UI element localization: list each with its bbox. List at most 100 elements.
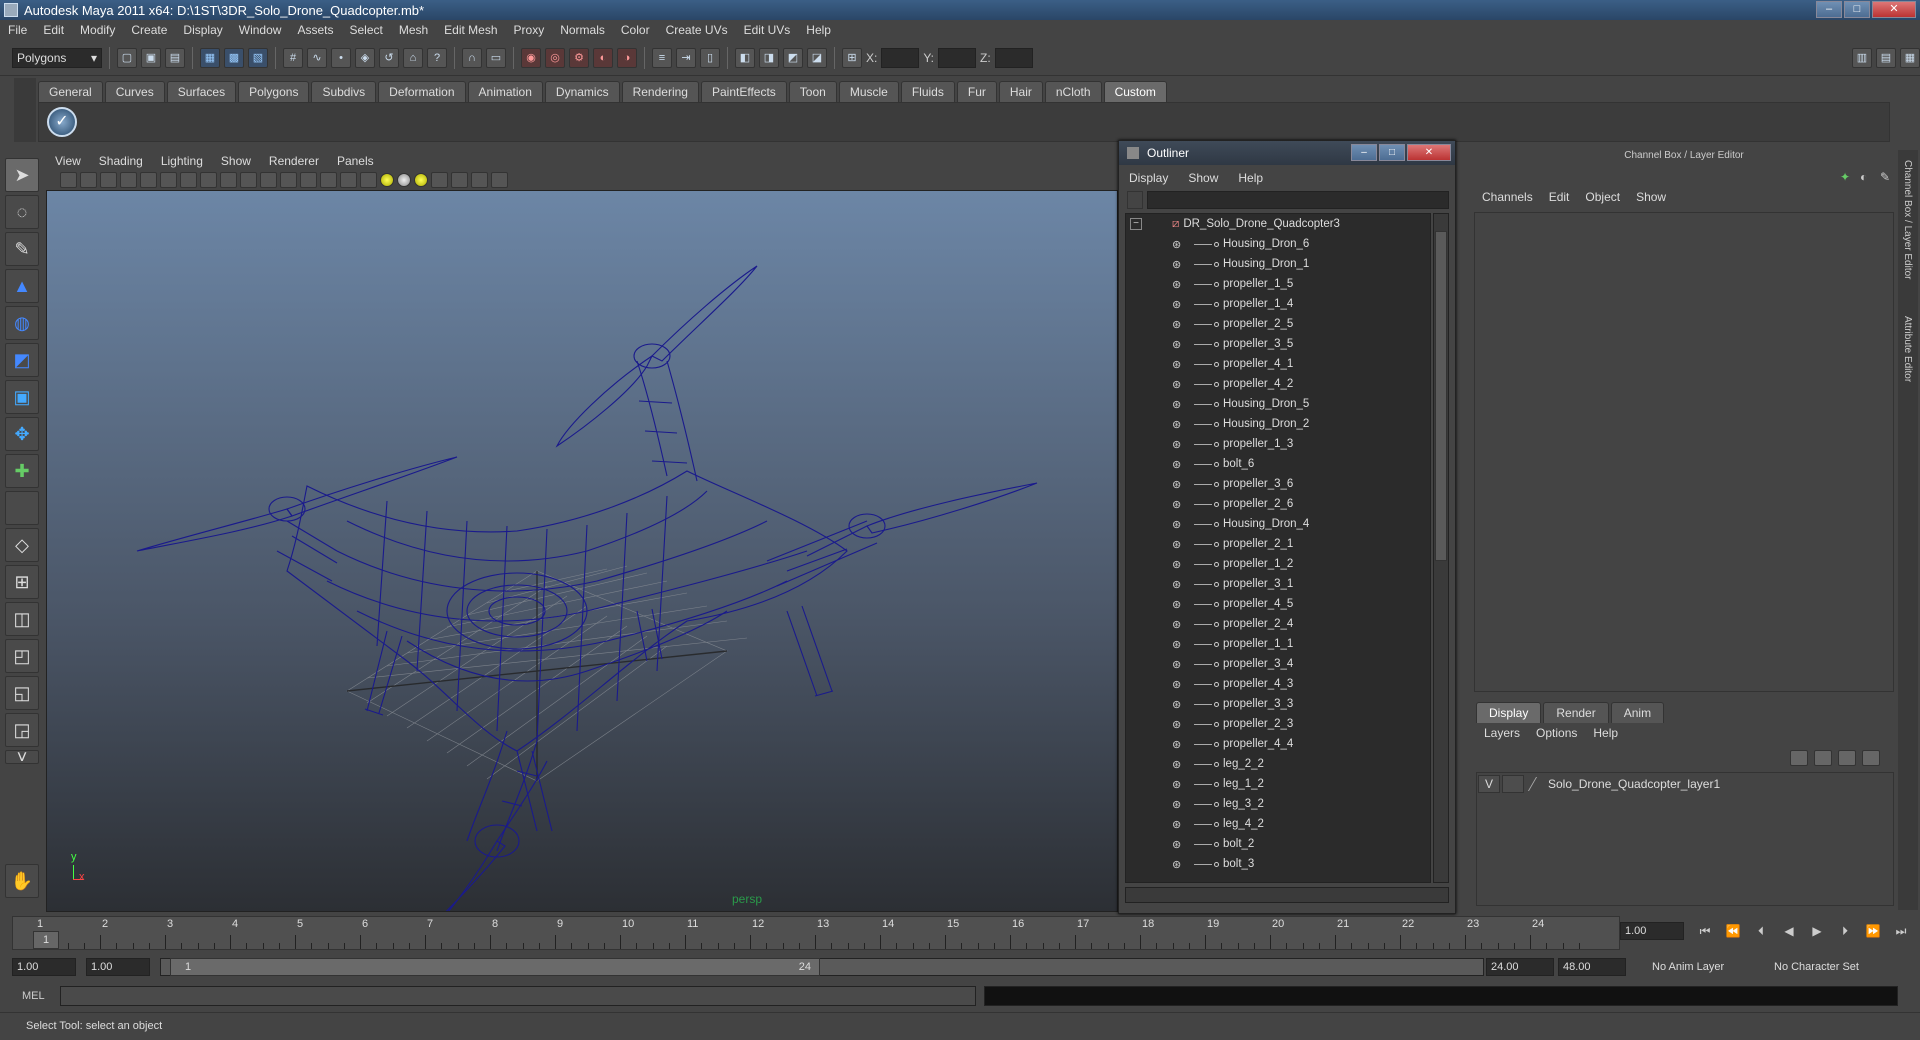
viewport-menu-lighting[interactable]: Lighting	[152, 154, 212, 168]
outliner-item[interactable]: ⊛ propeller_3_5	[1126, 334, 1430, 354]
isolate-icon[interactable]	[280, 172, 297, 188]
all-lights-icon[interactable]	[397, 173, 411, 187]
lasso-tool-icon[interactable]: ◌	[5, 195, 39, 229]
new-layer-from-selected-icon[interactable]	[1862, 750, 1880, 766]
step-forward-frame-icon[interactable]: ⏵	[1834, 922, 1856, 940]
outliner-item[interactable]: ⊛ leg_1_2	[1126, 774, 1430, 794]
layout-grid-icon[interactable]: ▦	[1900, 47, 1920, 68]
shadows-icon[interactable]	[240, 172, 257, 188]
show-manipulator-icon[interactable]: ✚	[5, 454, 39, 488]
outliner-item[interactable]: ⊛ propeller_3_4	[1126, 654, 1430, 674]
quick-layout-icon[interactable]: ✋	[5, 864, 39, 898]
layer-menu-help[interactable]: Help	[1585, 726, 1626, 740]
frame-all-icon[interactable]	[471, 172, 488, 188]
persp-outliner-layout-icon[interactable]: ◫	[5, 602, 39, 636]
x-field[interactable]	[881, 47, 920, 68]
rotate-tool-icon[interactable]: ◍	[5, 306, 39, 340]
construction-icon[interactable]: ⌂	[403, 47, 423, 68]
layer-display-type-toggle[interactable]	[1502, 775, 1524, 793]
display-toggle-icon[interactable]: ◧	[735, 47, 755, 68]
grid-toggle-icon[interactable]	[140, 172, 157, 188]
menu-edit-uvs[interactable]: Edit UVs	[736, 23, 799, 37]
command-input[interactable]	[60, 986, 976, 1006]
single-perspective-layout-icon[interactable]: ◇	[5, 528, 39, 562]
move-layer-down-icon[interactable]	[1814, 750, 1832, 766]
outliner-item[interactable]: ⊛ leg_3_2	[1126, 794, 1430, 814]
snap-surface-icon[interactable]: ◈	[355, 47, 375, 68]
outliner-menu-help[interactable]: Help	[1228, 171, 1273, 185]
outliner-item[interactable]: ⊛ propeller_3_1	[1126, 574, 1430, 594]
menu-assets[interactable]: Assets	[289, 23, 341, 37]
persp-graph-layout-icon[interactable]: ◰	[5, 639, 39, 673]
outliner-item[interactable]: ⊛ propeller_1_2	[1126, 554, 1430, 574]
default-light-icon[interactable]	[380, 173, 394, 187]
play-backward-icon[interactable]: ◀	[1778, 922, 1800, 940]
outliner-menu-show[interactable]: Show	[1178, 171, 1228, 185]
menu-help[interactable]: Help	[798, 23, 839, 37]
four-view-layout-icon[interactable]: ⊞	[5, 565, 39, 599]
move-tool-icon[interactable]: ▲	[5, 269, 39, 303]
z-field[interactable]	[994, 47, 1033, 68]
camera-select-icon[interactable]	[60, 172, 77, 188]
minimize-button[interactable]: –	[1816, 1, 1842, 18]
outliner-item[interactable]: ⊛ propeller_1_3	[1126, 434, 1430, 454]
menu-display[interactable]: Display	[175, 23, 230, 37]
outliner-item[interactable]: ⊛ leg_2_2	[1126, 754, 1430, 774]
checker-icon[interactable]	[360, 172, 377, 188]
camera-attributes-icon[interactable]	[80, 172, 97, 188]
history-icon[interactable]: ↺	[379, 47, 399, 68]
outliner-item[interactable]: ⊛ propeller_4_2	[1126, 374, 1430, 394]
anim-layer-dropdown[interactable]: No Anim Layer	[1650, 958, 1754, 976]
outliner-item[interactable]: ⊛ Housing_Dron_5	[1126, 394, 1430, 414]
layer-tab-anim[interactable]: Anim	[1610, 702, 1665, 723]
render-view-icon[interactable]: ◑	[617, 47, 637, 68]
magnet-icon[interactable]: ∩	[462, 47, 482, 68]
outliner-item[interactable]: ⊛ propeller_4_4	[1126, 734, 1430, 754]
shelf-options[interactable]	[14, 78, 36, 142]
bookmarks-icon[interactable]	[100, 172, 117, 188]
outliner-filter-icon[interactable]	[1127, 191, 1143, 209]
current-frame-field[interactable]: 1.00	[1620, 922, 1684, 940]
shelf-tab-polygons[interactable]: Polygons	[238, 81, 310, 102]
shelf-tab-toon[interactable]: Toon	[788, 81, 837, 102]
menu-create[interactable]: Create	[123, 23, 175, 37]
select-component-icon[interactable]: ▧	[248, 47, 268, 68]
outliner-item[interactable]: ⊛ bolt_2	[1126, 834, 1430, 854]
snap-grid-icon[interactable]: #	[283, 47, 303, 68]
tool-settings-icon[interactable]: ◩	[783, 47, 803, 68]
last-tool-icon[interactable]	[5, 491, 39, 525]
character-set-dropdown[interactable]: No Character Set	[1770, 958, 1890, 976]
outliner-item[interactable]: ⊛ propeller_1_4	[1126, 294, 1430, 314]
outliner-item[interactable]: ⊛ Housing_Dron_6	[1126, 234, 1430, 254]
menu-edit[interactable]: Edit	[35, 23, 72, 37]
menu-mesh[interactable]: Mesh	[391, 23, 436, 37]
menu-color[interactable]: Color	[613, 23, 658, 37]
viewport-menu-renderer[interactable]: Renderer	[260, 154, 328, 168]
menu-set-dropdown[interactable]: Polygons ▾	[12, 47, 102, 68]
attribute-toggle-icon[interactable]: ◨	[759, 47, 779, 68]
outliner-minimize-button[interactable]: –	[1351, 144, 1377, 161]
select-object-icon[interactable]: ▩	[224, 47, 244, 68]
side-tab-channelbox[interactable]: Channel Box / Layer Editor	[1902, 160, 1913, 280]
hypershade-icon[interactable]: ◐	[593, 47, 613, 68]
shelf-tab-muscle[interactable]: Muscle	[838, 81, 899, 102]
select-tool-icon[interactable]: ➤	[5, 158, 39, 192]
menu-proxy[interactable]: Proxy	[506, 23, 553, 37]
anim-start-field[interactable]: 1.00	[12, 958, 76, 976]
step-back-key-icon[interactable]: ⏪	[1722, 922, 1744, 940]
play-forward-icon[interactable]: ▶	[1806, 922, 1828, 940]
channel-toggle-icon[interactable]: ◪	[807, 47, 827, 68]
help-icon[interactable]: ?	[427, 47, 447, 68]
smooth-shade-icon[interactable]	[180, 172, 197, 188]
persp-hypershade-layout-icon[interactable]: ◱	[5, 676, 39, 710]
viewport-menu-panels[interactable]: Panels	[328, 154, 383, 168]
shelf-tab-surfaces[interactable]: Surfaces	[166, 81, 237, 102]
hud-icon[interactable]	[431, 172, 448, 188]
snap-point-icon[interactable]: •	[331, 47, 351, 68]
menu-edit-mesh[interactable]: Edit Mesh	[436, 23, 505, 37]
motion-trail-icon[interactable]	[491, 172, 508, 188]
layer-menu-options[interactable]: Options	[1528, 726, 1585, 740]
outliner-horizontal-scrollbar[interactable]	[1125, 887, 1449, 903]
outliner-item[interactable]: ⊛ propeller_2_5	[1126, 314, 1430, 334]
side-tab-attribute-editor[interactable]: Attribute Editor	[1902, 316, 1913, 382]
